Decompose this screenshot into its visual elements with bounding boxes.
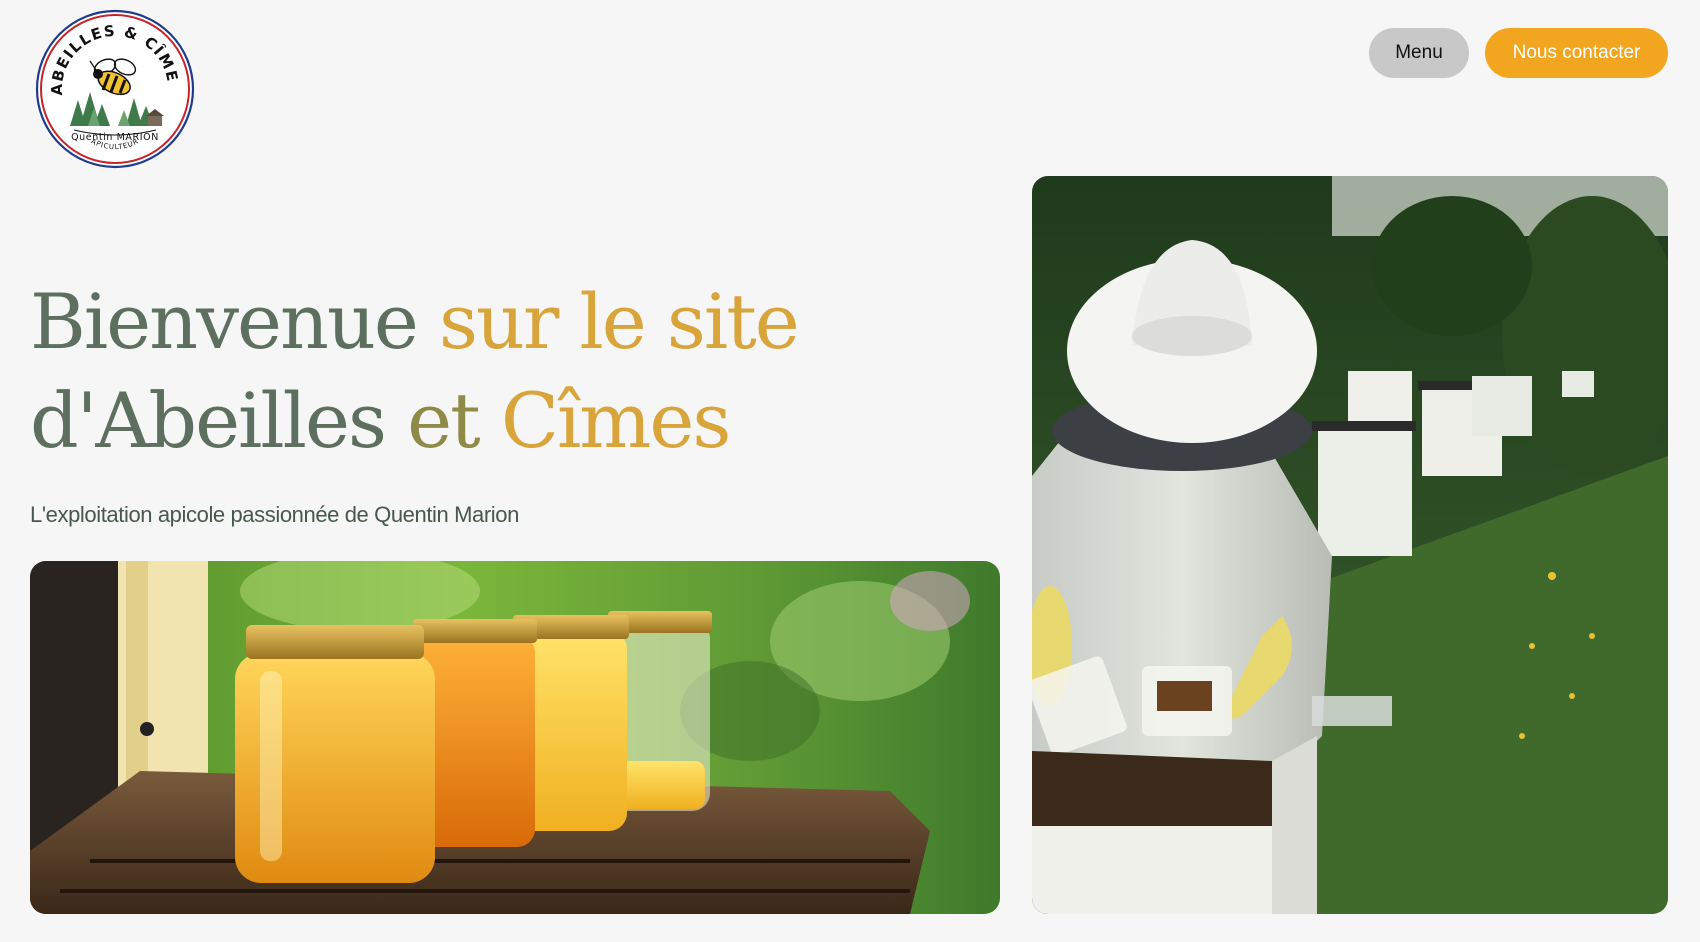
brand-logo[interactable]: ABEILLES & CÎMES Quentin MARION	[34, 8, 196, 170]
title-part: sur le site	[439, 277, 800, 366]
title-line-2: d'Abeilles et Cîmes	[30, 371, 930, 470]
title-part: Cîmes	[500, 376, 732, 465]
hero-subtitle: L'exploitation apicole passionnée de Que…	[30, 502, 519, 527]
contact-button[interactable]: Nous contacter	[1485, 28, 1668, 78]
title-part: et	[407, 376, 501, 465]
page-title: Bienvenue sur le site d'Abeilles et Cîme…	[30, 272, 930, 470]
title-part: Bienvenue	[30, 277, 440, 366]
honey-jars-photo	[30, 561, 1000, 914]
title-part: d'Abeilles	[30, 376, 408, 465]
title-line-1: Bienvenue sur le site	[30, 272, 930, 371]
menu-button[interactable]: Menu	[1369, 28, 1469, 78]
logo-name-text: Quentin MARION	[71, 132, 159, 143]
beekeeper-photo	[1032, 176, 1668, 914]
bee-logo-icon: ABEILLES & CÎMES Quentin MARION	[34, 8, 195, 169]
